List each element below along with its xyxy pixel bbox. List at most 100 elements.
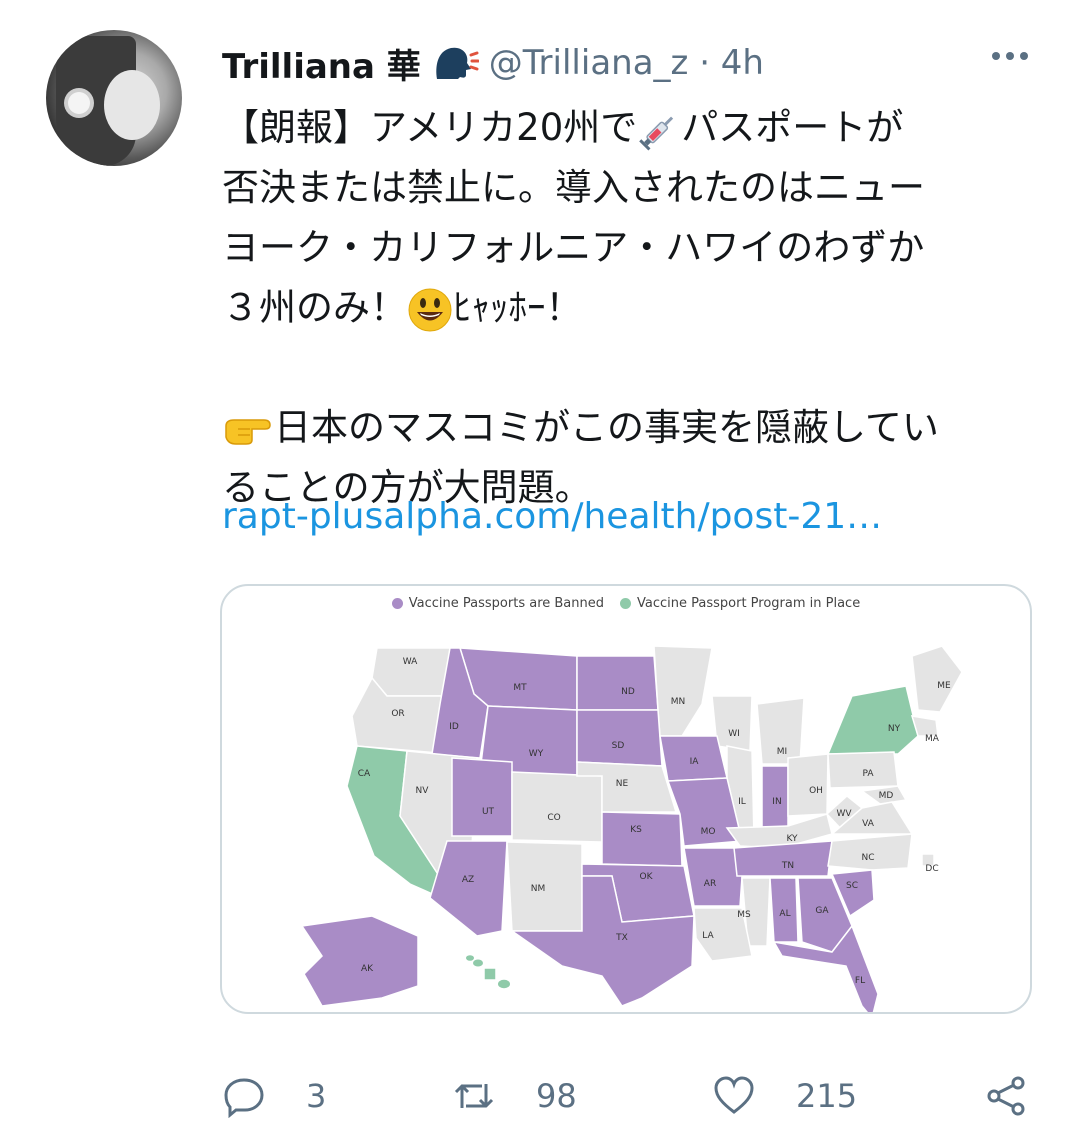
state-label-mn: MN [671,697,686,707]
state-label-mo: MO [701,827,716,837]
state-hi [483,967,497,981]
state-label-ar: AR [704,879,716,889]
action-bar: 3 98 215 [0,1074,1080,1134]
state-label-ms: MS [737,910,751,920]
reply-icon [224,1078,264,1118]
more-dot [1006,52,1014,60]
hawaii-island [466,955,474,961]
state-label-dc: DC [925,864,938,874]
tweet-text-segment: 【朗報】アメリカ20州で [222,106,638,149]
state-label-co: CO [547,813,560,823]
state-label-mi: MI [777,747,787,757]
state-nc [827,833,913,871]
state-label-ak: AK [361,964,374,974]
avatar-face [104,70,160,140]
hawaii-island [473,959,483,967]
state-label-mt: MT [513,683,527,693]
state-label-ne: NE [616,779,629,789]
tweet-line-2: 否決または禁止に。導入されたのはニュー [222,166,925,209]
tweet-text-segment: パスポートが [681,106,904,149]
hawaii-island [498,979,510,989]
syringe-icon [639,116,674,151]
state-label-sd: SD [612,741,625,751]
heart-icon [714,1076,754,1114]
tweet-line-4: ３州のみ！ ﾋｬｯﾎｰ！ [222,278,1032,338]
state-label-ny: NY [888,724,901,734]
state-nd [576,655,659,711]
state-label-ut: UT [482,807,495,817]
state-label-va: VA [862,819,875,829]
state-label-ia: IA [690,757,700,767]
tweet-text-segment: 日本のマスコミがこの事実を隠蔽してい [274,406,939,449]
state-label-ma: MA [925,734,940,744]
state-label-or: OR [391,709,404,719]
state-label-id: ID [449,722,459,732]
tweet-header: Trilliana 華 @Trilliana_z · 4h [222,38,764,88]
reply-button[interactable]: 3 [222,1074,326,1118]
state-label-wi: WI [728,729,740,739]
state-label-wv: WV [836,809,852,819]
retweet-count: 98 [536,1077,577,1115]
speaking-head-icon [436,47,479,79]
state-label-wy: WY [529,749,544,759]
state-label-nd: ND [621,687,635,697]
display-name[interactable]: Trilliana 華 [222,39,421,88]
reply-count: 3 [306,1077,327,1115]
tweet-link[interactable]: rapt-plusalpha.com/health/post-21… [222,496,882,537]
hawaii-island [486,969,492,975]
tweet-line-1: 【朗報】アメリカ20州で パスポートが [222,98,1032,158]
tweet-line-6: 日本のマスコミがこの事実を隠蔽してい [222,398,1032,458]
state-ny [826,685,919,755]
state-label-wa: WA [403,657,418,667]
avatar-flower [68,92,90,114]
tweet-line-3: ヨーク・カリフォルニア・ハワイのわずか [222,226,925,269]
smiling-face-icon [408,288,452,331]
state-me [911,645,963,713]
state-label-ks: KS [630,825,642,835]
share-button[interactable] [984,1074,1028,1118]
state-wa [371,647,453,697]
state-oh [787,753,829,817]
like-button[interactable]: 215 [712,1074,857,1118]
state-label-nc: NC [861,853,874,863]
more-dot [1020,52,1028,60]
us-map: WA MT ND MN ME OR ID WY SD WI MI NY MA CA NV UT CO NE IA IL… [300,645,963,1012]
state-label-in: IN [772,797,781,807]
state-label-ky: KY [786,834,798,844]
state-label-me: ME [937,681,951,691]
state-ak [300,915,419,1007]
state-co [511,771,603,843]
pointing-right-icon [225,418,271,445]
state-label-ok: OK [640,872,654,882]
tweet-text: 【朗報】アメリカ20州で パスポートが 否決または禁止に。導入されたのはニュー … [222,98,1032,518]
state-label-nm: NM [531,884,546,894]
state-ut [451,757,513,837]
state-label-ga: GA [815,906,829,916]
state-label-sc: SC [846,881,858,891]
state-label-tx: TX [615,933,628,943]
state-label-la: LA [702,931,714,941]
state-label-fl: FL [855,976,865,986]
state-ks [601,811,683,867]
state-label-il: IL [738,797,746,807]
retweet-button[interactable]: 98 [452,1074,577,1118]
state-label-az: AZ [462,875,474,885]
tweet-text-segment: ３州のみ！ [222,286,407,329]
state-label-md: MD [879,791,894,801]
state-sd [576,709,663,767]
state-label-tn: TN [781,861,794,871]
state-label-nv: NV [416,786,430,796]
media-card[interactable]: Vaccine Passports are Banned Vaccine Pas… [220,584,1032,1014]
user-handle[interactable]: @Trilliana_z · 4h [489,43,764,83]
state-label-ca: CA [358,769,371,779]
more-options-icon[interactable] [992,52,1028,60]
avatar[interactable] [46,30,182,166]
state-label-al: AL [779,909,790,919]
more-dot [992,52,1000,60]
like-count: 215 [796,1077,858,1115]
state-mn [653,645,713,737]
tweet-text-segment: ﾋｬｯﾎｰ！ [453,286,583,329]
state-label-pa: PA [862,769,874,779]
retweet-icon [454,1084,494,1108]
